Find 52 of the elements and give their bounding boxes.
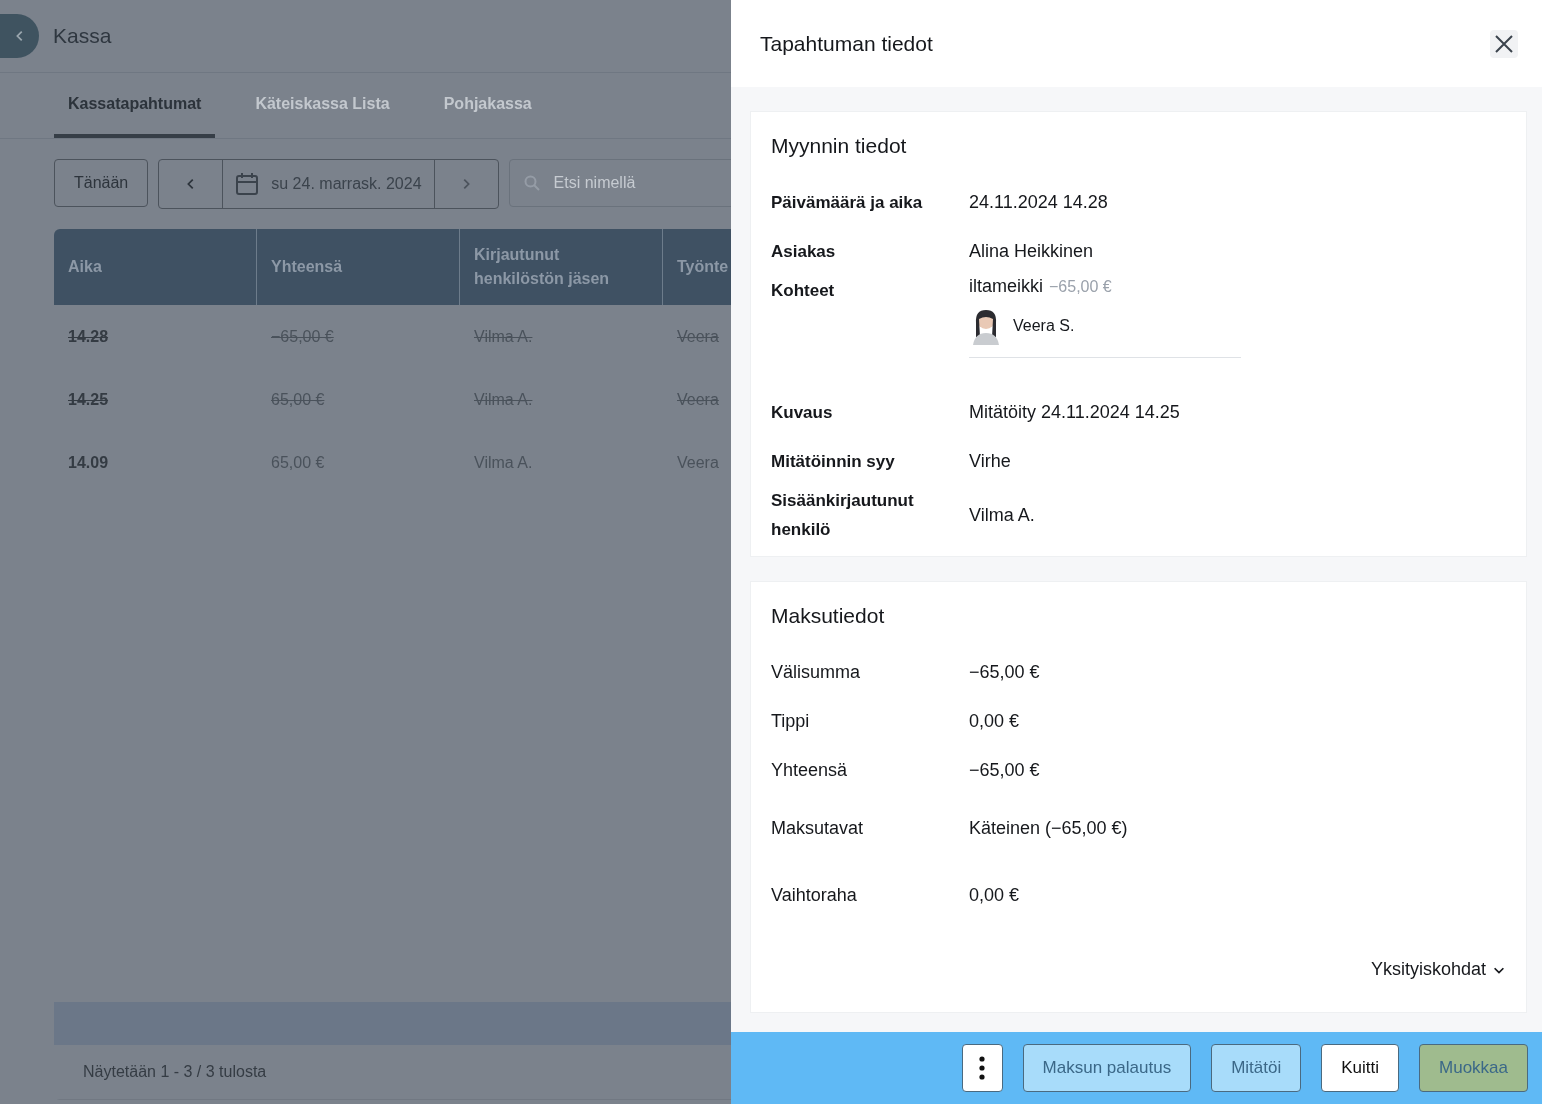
more-button[interactable]: [961, 1044, 1003, 1092]
field-value: Alina Heikkinen: [969, 240, 1094, 263]
field-label: Maksutavat: [771, 817, 865, 840]
field-value: Käteinen (−65,00 €): [969, 817, 1128, 840]
field-label: Asiakas: [771, 241, 837, 263]
action-button[interactable]: Mitätöi: [1211, 1044, 1302, 1092]
panel-title: Tapahtuman tiedot: [760, 31, 933, 56]
page-title: Kassa: [53, 24, 112, 48]
field-value: 0,00 €: [969, 884, 1020, 907]
field-value: Vilma A.: [969, 503, 1035, 527]
close-button[interactable]: [1490, 29, 1518, 58]
field-value: 24.11.2024 14.28: [969, 191, 1108, 214]
calendar-icon: [235, 172, 260, 196]
search-field[interactable]: Etsi nimellä: [508, 159, 731, 207]
action-button[interactable]: Maksun palautus: [1022, 1044, 1192, 1092]
field-label: Yhteensä: [771, 759, 849, 782]
table-cell-text: 14.25: [67, 389, 110, 410]
close-icon: [1495, 34, 1513, 53]
section-title: Maksutiedot: [771, 604, 886, 628]
column-header: Aika: [54, 229, 257, 305]
today-button[interactable]: Tänään: [54, 159, 149, 207]
tab[interactable]: Käteiskassa Lista: [241, 73, 404, 138]
field-label: Mitätöinnin syy: [771, 451, 896, 473]
field-value: Virhe: [969, 450, 1011, 473]
column-header: Yhteensä: [257, 229, 460, 305]
action-button[interactable]: Muokkaa: [1419, 1044, 1528, 1092]
date-label: su 24. marrask. 2024: [271, 175, 422, 193]
field-label: Vaihtoraha: [771, 884, 858, 907]
table-cell-text: 14.28: [67, 326, 110, 347]
section-title: Myynnin tiedot: [771, 134, 908, 158]
table-cell-text: 14.09: [67, 452, 110, 473]
field-label: Kohteet: [771, 280, 836, 302]
tab[interactable]: Kassatapahtumat: [54, 73, 216, 138]
field-label: Kuvaus: [771, 402, 834, 424]
staff-name: Veera S.: [1013, 317, 1075, 335]
field-label: Välisumma: [771, 661, 862, 684]
column-header: Kirjautunut henkilöstön jäsen: [460, 229, 663, 305]
details-toggle[interactable]: Yksityiskohdat: [1370, 959, 1506, 980]
field-label: Päivämäärä ja aika: [771, 192, 924, 214]
item-name: iltameikki: [969, 276, 1043, 296]
field-value: 0,00 €: [969, 710, 1020, 733]
field-value: Mitätöity 24.11.2024 14.25: [969, 401, 1180, 424]
tab[interactable]: Pohjakassa: [429, 73, 546, 138]
field-value: −65,00 €: [969, 661, 1040, 684]
back-button[interactable]: [0, 14, 39, 58]
date-picker[interactable]: su 24. marrask. 2024: [158, 159, 499, 209]
field-label: Sisäänkirjautunut henkilö: [771, 490, 915, 541]
action-button[interactable]: Kuitti: [1321, 1044, 1399, 1092]
more-icon: [979, 1056, 986, 1080]
field-value: −65,00 €: [969, 759, 1040, 782]
field-label: Tippi: [771, 710, 811, 733]
item-price: −65,00 €: [1049, 278, 1112, 295]
